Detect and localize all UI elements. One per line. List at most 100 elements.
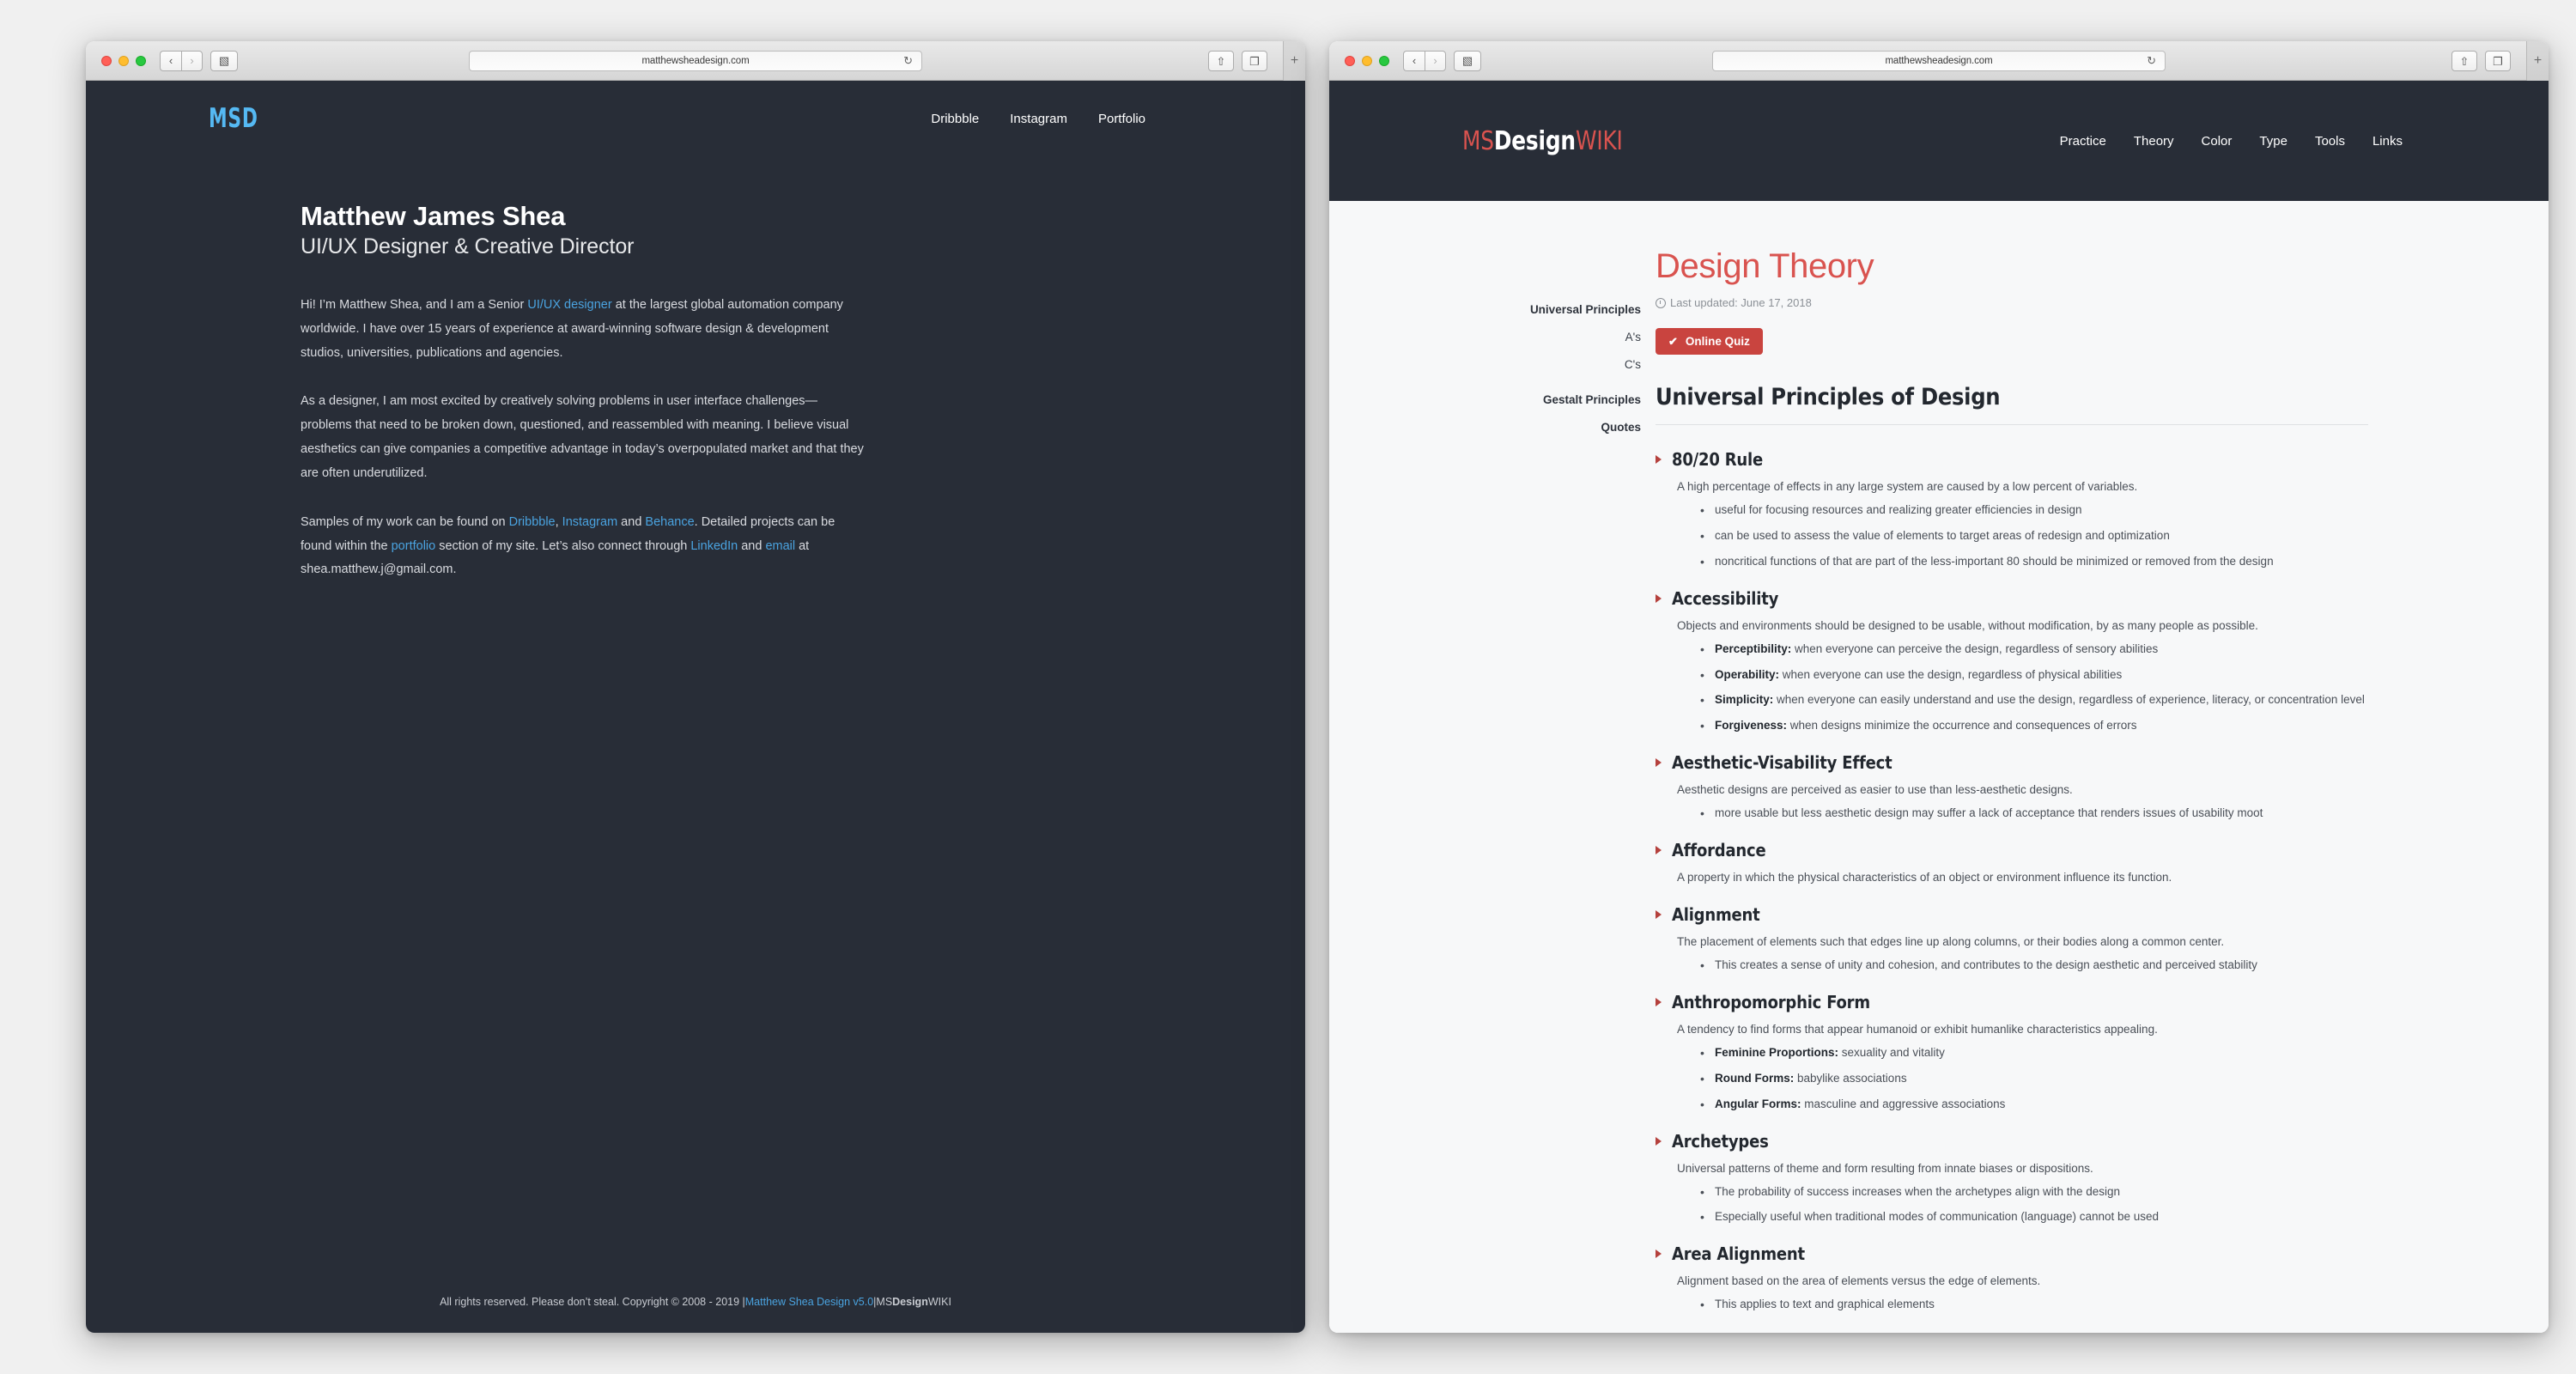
principle-item: Alignment The placement of elements such … bbox=[1656, 904, 2368, 976]
bio-p1-text-a: Hi! I’m Matthew Shea, and I am a Senior bbox=[301, 298, 528, 312]
nav-link-instagram[interactable]: Instagram bbox=[1010, 112, 1067, 126]
toolbar-right-group-right: ⇧ ❐ + bbox=[2451, 41, 2549, 81]
bio-p3-text-f: and bbox=[738, 538, 766, 553]
bullet-term: Round Forms: bbox=[1715, 1071, 1795, 1085]
wiki-nav-links[interactable]: Links bbox=[2372, 134, 2403, 149]
principle-bullets: more usable but less aesthetic design ma… bbox=[1700, 805, 2368, 824]
bio-name: Matthew James Shea bbox=[301, 201, 566, 231]
principle-item: Aesthetic-Visability Effect Aesthetic des… bbox=[1656, 752, 2368, 824]
sidenav-gestalt-principles[interactable]: Gestalt Principles bbox=[1512, 393, 1641, 406]
bullet-term: Simplicity: bbox=[1715, 693, 1774, 707]
sidenav-universal-principles[interactable]: Universal Principles bbox=[1512, 303, 1641, 316]
bullet-item: Perceptibility: when everyone can percei… bbox=[1700, 641, 2368, 660]
link-portfolio[interactable]: portfolio bbox=[392, 539, 436, 553]
toolbar-right-group: ⇧ ❐ + bbox=[1208, 41, 1305, 81]
bullet-item: This creates a sense of unity and cohesi… bbox=[1700, 957, 2368, 976]
sidenav-as[interactable]: A's bbox=[1512, 331, 1641, 344]
show-tabs-icon[interactable]: ❐ bbox=[1242, 51, 1267, 71]
wiki-nav-color[interactable]: Color bbox=[2202, 134, 2233, 149]
principle-bullets: This creates a sense of unity and cohesi… bbox=[1700, 957, 2368, 976]
principle-item: Area Alignment Alignment based on the are… bbox=[1656, 1243, 2368, 1315]
sidebar-toggle-icon[interactable]: ▧ bbox=[210, 50, 238, 71]
msd-logo[interactable]: MSD bbox=[209, 103, 258, 134]
wiki-nav-tools[interactable]: Tools bbox=[2315, 134, 2345, 149]
close-window-button-right[interactable] bbox=[1345, 55, 1355, 66]
site-footer: All rights reserved. Please don’t steal.… bbox=[86, 1271, 1305, 1333]
principle-header[interactable]: 80/20 Rule bbox=[1656, 449, 2368, 470]
footer-wiki-design: Design bbox=[892, 1296, 928, 1308]
principle-header[interactable]: Affordance bbox=[1656, 840, 2368, 860]
footer-link-site[interactable]: Matthew Shea Design v5.0 bbox=[745, 1296, 873, 1308]
principle-title: Anthropomorphic Form bbox=[1672, 991, 1870, 1012]
logo-part-ms: MS bbox=[1462, 125, 1494, 156]
bullet-item: Forgiveness: when designs minimize the o… bbox=[1700, 717, 2368, 736]
close-window-button[interactable] bbox=[101, 55, 112, 66]
site-nav: Dribbble Instagram Portfolio bbox=[931, 112, 1305, 126]
last-updated-text: Last updated: June 17, 2018 bbox=[1670, 296, 1812, 309]
bullet-item: Round Forms: babylike associations bbox=[1700, 1070, 2368, 1089]
principle-header[interactable]: Alignment bbox=[1656, 904, 2368, 925]
link-linkedin[interactable]: LinkedIn bbox=[690, 539, 738, 553]
traffic-lights bbox=[101, 55, 146, 66]
address-bar-url: matthewsheadesign.com bbox=[641, 55, 750, 66]
traffic-lights-right bbox=[1345, 55, 1389, 66]
bullet-term: Operability: bbox=[1715, 667, 1780, 681]
link-uiux-designer[interactable]: UI/UX designer bbox=[527, 298, 611, 312]
bullet-item: Simplicity: when everyone can easily und… bbox=[1700, 691, 2368, 710]
wiki-nav-theory[interactable]: Theory bbox=[2134, 134, 2174, 149]
back-button[interactable]: ‹ bbox=[160, 50, 181, 71]
wiki-nav-practice[interactable]: Practice bbox=[2060, 134, 2106, 149]
principle-description: A high percentage of effects in any larg… bbox=[1677, 480, 2138, 493]
link-email[interactable]: email bbox=[765, 539, 795, 553]
footer-wiki-ms: MS bbox=[876, 1296, 893, 1308]
bio-paragraph-2: As a designer, I am most excited by crea… bbox=[301, 394, 864, 480]
principle-header[interactable]: Accessibility bbox=[1656, 588, 2368, 609]
wiki-article: Universal Principles of Design 80/20 Rul… bbox=[1656, 384, 2368, 1315]
bullet-term: Perceptibility: bbox=[1715, 641, 1792, 655]
maximize-window-button-right[interactable] bbox=[1379, 55, 1389, 66]
principle-bullets: useful for focusing resources and realiz… bbox=[1700, 502, 2368, 571]
principle-item: Accessibility Objects and environments sh… bbox=[1656, 588, 2368, 736]
principle-header[interactable]: Area Alignment bbox=[1656, 1243, 2368, 1264]
forward-button[interactable]: › bbox=[181, 50, 203, 71]
nav-link-dribbble[interactable]: Dribbble bbox=[931, 112, 979, 126]
share-icon-right[interactable]: ⇧ bbox=[2451, 51, 2477, 71]
show-tabs-icon-right[interactable]: ❐ bbox=[2485, 51, 2511, 71]
sidenav-cs[interactable]: C's bbox=[1512, 358, 1641, 371]
wiki-nav-type[interactable]: Type bbox=[2259, 134, 2287, 149]
logo-part-design: Design bbox=[1493, 125, 1576, 156]
principle-header[interactable]: Anthropomorphic Form bbox=[1656, 992, 2368, 1012]
msdesignwiki-logo[interactable]: MSDesignWIKI bbox=[1462, 126, 1623, 156]
footer-link-wiki[interactable]: MSDesignWIKI bbox=[876, 1296, 951, 1308]
link-behance[interactable]: Behance bbox=[645, 515, 694, 529]
new-tab-button-right[interactable]: + bbox=[2526, 41, 2549, 81]
sidenav-quotes[interactable]: Quotes bbox=[1512, 421, 1641, 434]
reload-icon-right[interactable]: ↻ bbox=[2147, 55, 2156, 66]
browser-window-left: ‹ › ▧ matthewsheadesign.com ↻ ⇧ ❐ + MSD … bbox=[86, 41, 1305, 1333]
principle-header[interactable]: Aesthetic-Visability Effect bbox=[1656, 752, 2368, 773]
sidebar-toggle-icon-right[interactable]: ▧ bbox=[1454, 50, 1481, 71]
online-quiz-button[interactable]: ✔ Online Quiz bbox=[1656, 328, 1763, 355]
minimize-window-button-right[interactable] bbox=[1362, 55, 1372, 66]
bio-section: Matthew James Shea UI/UX Designer & Crea… bbox=[86, 156, 876, 582]
share-icon[interactable]: ⇧ bbox=[1208, 51, 1234, 71]
maximize-window-button[interactable] bbox=[136, 55, 146, 66]
link-instagram[interactable]: Instagram bbox=[562, 515, 617, 529]
new-tab-button[interactable]: + bbox=[1283, 41, 1305, 81]
address-bar-right[interactable]: matthewsheadesign.com ↻ bbox=[1712, 50, 2166, 71]
bullet-item: useful for focusing resources and realiz… bbox=[1700, 502, 2368, 520]
bio-p3-text-b: , bbox=[555, 514, 562, 529]
link-dribbble[interactable]: Dribbble bbox=[509, 515, 556, 529]
principle-bullets: Perceptibility: when everyone can percei… bbox=[1700, 641, 2368, 736]
minimize-window-button[interactable] bbox=[118, 55, 129, 66]
browser-toolbar-right: ‹ › ▧ matthewsheadesign.com ↻ ⇧ ❐ + bbox=[1329, 41, 2549, 81]
bullet-item: Operability: when everyone can use the d… bbox=[1700, 666, 2368, 685]
address-bar[interactable]: matthewsheadesign.com ↻ bbox=[469, 50, 922, 71]
nav-link-portfolio[interactable]: Portfolio bbox=[1098, 112, 1145, 126]
principle-header[interactable]: Archetypes bbox=[1656, 1131, 2368, 1152]
back-button-right[interactable]: ‹ bbox=[1403, 50, 1425, 71]
principle-description: A property in which the physical charact… bbox=[1677, 871, 2172, 885]
reload-icon[interactable]: ↻ bbox=[903, 55, 913, 66]
address-bar-url-right: matthewsheadesign.com bbox=[1885, 55, 1993, 66]
forward-button-right[interactable]: › bbox=[1425, 50, 1446, 71]
